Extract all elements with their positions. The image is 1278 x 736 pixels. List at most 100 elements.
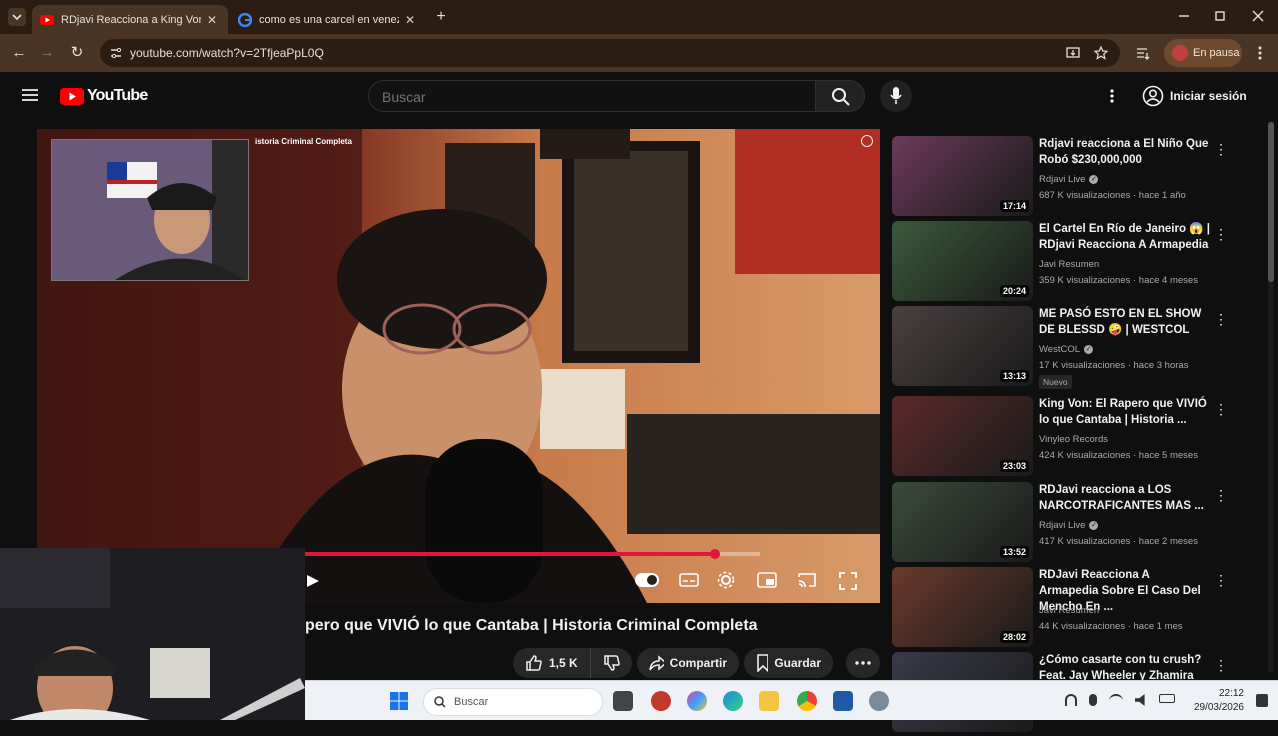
hamburger-menu-icon[interactable] <box>22 88 38 102</box>
taskbar-search[interactable]: Buscar <box>423 688 603 716</box>
recommendation-title[interactable]: El Cartel En Río de Janeiro 😱 | RDjavi R… <box>1039 221 1211 253</box>
search-button[interactable] <box>815 80 865 112</box>
recommendation-item[interactable]: 17:14 Rdjavi reacciona a El Niño Que Robó… <box>892 136 1264 220</box>
forward-icon[interactable]: → <box>38 44 56 62</box>
more-options-icon[interactable]: ⋮ <box>1214 656 1228 674</box>
dislike-button[interactable] <box>590 648 632 678</box>
reading-list-icon[interactable] <box>1136 46 1150 60</box>
bookmark-star-icon[interactable] <box>1094 46 1108 60</box>
fullscreen-icon[interactable] <box>839 572 857 590</box>
task-view-icon[interactable] <box>613 691 633 711</box>
tab-youtube[interactable]: RDjavi Reacciona a King Von: El ✕ <box>32 5 228 34</box>
page-scrollbar[interactable] <box>1268 122 1274 672</box>
cast-icon[interactable] <box>797 572 817 588</box>
channel-name[interactable]: Rdjavi Live ✓ <box>1039 174 1099 185</box>
restore-icon[interactable] <box>1212 8 1228 24</box>
tray-wifi-icon[interactable] <box>1109 694 1123 704</box>
autoplay-toggle[interactable] <box>635 573 659 587</box>
site-info-icon[interactable] <box>109 46 123 60</box>
close-tab-icon[interactable]: ✕ <box>405 13 415 27</box>
tray-battery-icon[interactable] <box>1159 694 1175 703</box>
more-options-icon[interactable]: ⋮ <box>1214 486 1228 504</box>
video-player[interactable]: istoria Criminal Completa <box>37 129 880 603</box>
miniplayer-icon[interactable] <box>757 572 777 588</box>
file-explorer-icon[interactable] <box>759 691 779 711</box>
channel-name[interactable]: Rdjavi Live ✓ <box>1039 520 1099 531</box>
address-bar[interactable]: youtube.com/watch?v=2TfjeaPpL0Q <box>100 39 1120 67</box>
more-actions-button[interactable] <box>846 648 880 678</box>
youtube-logo[interactable]: YouTube <box>60 86 148 106</box>
recommendation-title[interactable]: RDJavi reacciona a LOS NARCOTRAFICANTES … <box>1039 482 1211 514</box>
profile-paused-button[interactable]: En pausa <box>1164 39 1242 67</box>
share-button[interactable]: Compartir <box>637 648 739 678</box>
recommendation-thumbnail[interactable]: 20:24 <box>892 221 1033 301</box>
subtitles-icon[interactable] <box>679 572 699 588</box>
browser-toolbar: ← → ↻ youtube.com/watch?v=2TfjeaPpL0Q En… <box>0 34 1278 72</box>
recommendation-title[interactable]: ME PASÓ ESTO EN EL SHOW DE BLESSD 🤪 | WE… <box>1039 306 1211 338</box>
more-options-icon[interactable]: ⋮ <box>1214 571 1228 589</box>
channel-name[interactable]: Javi Resumen <box>1039 259 1099 270</box>
voice-search-button[interactable] <box>880 80 912 112</box>
recommendation-item[interactable]: 13:52 RDJavi reacciona a LOS NARCOTRAFICA… <box>892 482 1264 566</box>
play-icon[interactable] <box>305 574 321 588</box>
tab-google[interactable]: como es una carcel en venezue ✕ <box>230 5 426 34</box>
recommendation-item[interactable]: 13:13 ME PASÓ ESTO EN EL SHOW DE BLESSD 🤪… <box>892 306 1264 390</box>
more-options-icon[interactable]: ⋮ <box>1214 140 1228 158</box>
more-options-icon[interactable]: ⋮ <box>1214 400 1228 418</box>
store-icon[interactable] <box>833 691 853 711</box>
chrome-menu-icon[interactable] <box>1254 45 1266 61</box>
recommendation-thumbnail[interactable]: 13:52 <box>892 482 1033 562</box>
recommendation-thumbnail[interactable]: 17:14 <box>892 136 1033 216</box>
video-duration: 28:02 <box>999 631 1029 643</box>
search-box[interactable] <box>368 80 816 112</box>
recommendation-item[interactable]: 23:03 King Von: El Rapero que VIVIÓ lo qu… <box>892 396 1264 480</box>
tray-volume-icon[interactable] <box>1135 694 1145 706</box>
embedded-video-title: istoria Criminal Completa <box>255 137 352 146</box>
more-options-icon[interactable]: ⋮ <box>1214 310 1228 328</box>
save-button[interactable]: Guardar <box>744 648 833 678</box>
recommendation-title[interactable]: Rdjavi reacciona a El Niño Que Robó $230… <box>1039 136 1211 168</box>
settings-icon[interactable] <box>869 691 889 711</box>
recommendation-item[interactable]: 20:24 El Cartel En Río de Janeiro 😱 | RDj… <box>892 221 1264 305</box>
windows-start-icon[interactable] <box>389 691 409 711</box>
recommendation-thumbnail[interactable]: 28:02 <box>892 567 1033 647</box>
chrome-icon[interactable] <box>797 691 817 711</box>
copilot-icon[interactable] <box>687 691 707 711</box>
reload-icon[interactable]: ↻ <box>68 44 86 62</box>
channel-name[interactable]: Vinyleo Records <box>1039 434 1108 445</box>
channel-name[interactable]: WestCOL ✓ <box>1039 344 1094 355</box>
tray-network-icon[interactable] <box>1065 694 1077 706</box>
recommendation-thumbnail[interactable]: 13:13 <box>892 306 1033 386</box>
app-icon[interactable] <box>651 691 671 711</box>
taskbar-clock[interactable]: 22:12 29/03/2026 <box>1194 687 1244 715</box>
tab-search-button[interactable] <box>8 8 26 26</box>
url-text: youtube.com/watch?v=2TfjeaPpL0Q <box>130 46 324 60</box>
edge-icon[interactable] <box>723 691 743 711</box>
notifications-icon[interactable] <box>1256 694 1268 707</box>
close-window-icon[interactable] <box>1250 8 1266 24</box>
like-button[interactable]: 1,5 K <box>513 648 590 678</box>
minimize-icon[interactable] <box>1176 8 1192 24</box>
recommendation-item[interactable]: 28:02 RDJavi Reacciona A Armapedia Sobre … <box>892 567 1264 651</box>
channel-name[interactable]: Javi Resumen <box>1039 605 1099 616</box>
system-tray[interactable] <box>1065 694 1175 706</box>
progress-fill <box>305 552 715 556</box>
recommendation-title[interactable]: King Von: El Rapero que VIVIÓ lo que Can… <box>1039 396 1211 428</box>
verified-icon: ✓ <box>1089 521 1099 530</box>
more-options-icon[interactable]: ⋮ <box>1214 225 1228 243</box>
progress-scrubber[interactable] <box>709 549 720 559</box>
search-input[interactable] <box>382 89 802 105</box>
sign-in-button[interactable]: Iniciar sesión <box>1142 84 1247 108</box>
install-app-icon[interactable] <box>1066 46 1080 60</box>
close-tab-icon[interactable]: ✕ <box>207 13 217 27</box>
channel-name-text: Javi Resumen <box>1039 605 1100 616</box>
recommendation-thumbnail[interactable]: 23:03 <box>892 396 1033 476</box>
video-duration: 13:13 <box>999 370 1029 382</box>
settings-gear-icon[interactable] <box>717 571 735 589</box>
back-icon[interactable]: ← <box>10 44 28 62</box>
channel-name-text: WestCOL <box>1039 344 1081 355</box>
player-info-icon[interactable] <box>861 135 873 147</box>
new-tab-button[interactable]: + <box>432 8 450 26</box>
settings-more-icon[interactable] <box>1108 88 1116 104</box>
tray-mic-icon[interactable] <box>1089 694 1097 706</box>
